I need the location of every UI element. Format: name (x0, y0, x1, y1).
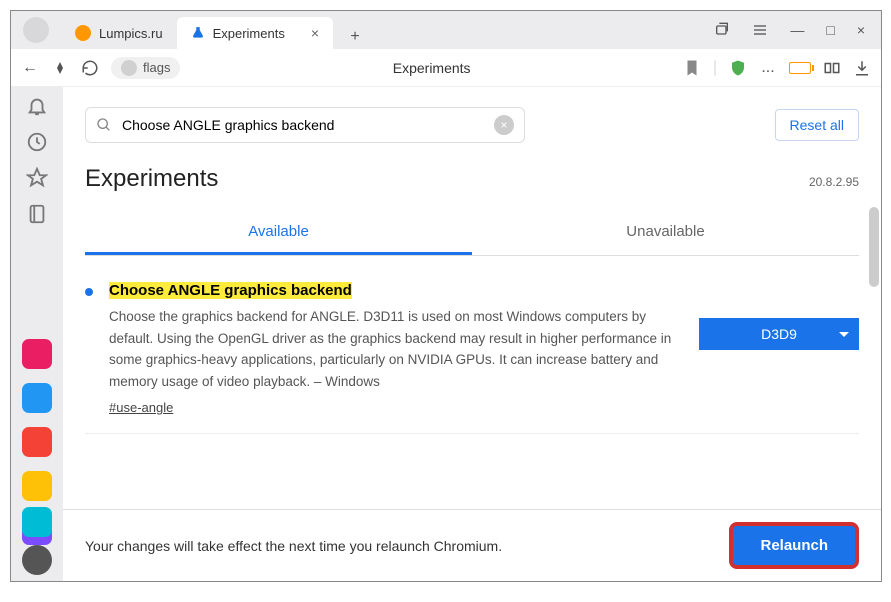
modified-indicator (85, 288, 93, 296)
tab-unavailable[interactable]: Unavailable (472, 211, 859, 255)
flag-tabs: Available Unavailable (85, 211, 859, 256)
profile-avatar[interactable] (23, 17, 49, 43)
page-title: Experiments (192, 60, 670, 76)
separator: | (713, 59, 717, 77)
tab-label: Experiments (213, 26, 285, 41)
app-alice[interactable] (22, 545, 52, 575)
menu-icon[interactable] (752, 22, 768, 38)
app-mail[interactable] (22, 471, 52, 501)
search-icon (96, 117, 112, 133)
search-input[interactable] (122, 117, 484, 133)
address-text: flags (143, 60, 170, 75)
globe-icon (121, 60, 137, 76)
clear-search-button[interactable]: × (494, 115, 514, 135)
flag-item: Choose ANGLE graphics backend Choose the… (85, 256, 859, 434)
tab-close-icon[interactable]: × (311, 25, 319, 41)
scrollbar[interactable] (869, 207, 879, 287)
shield-icon[interactable] (729, 59, 747, 77)
app-docs[interactable] (22, 383, 52, 413)
reload-icon[interactable] (81, 59, 99, 77)
tab-label: Lumpics.ru (99, 26, 163, 41)
search-box[interactable]: × (85, 107, 525, 143)
tab-experiments[interactable]: Experiments × (177, 17, 333, 49)
more-icon[interactable]: ... (759, 59, 777, 77)
version-label: 20.8.2.95 (809, 175, 859, 189)
maximize-button[interactable]: □ (826, 22, 834, 38)
tab-available[interactable]: Available (85, 211, 472, 255)
download-icon[interactable] (853, 59, 871, 77)
battery-icon[interactable] (789, 62, 811, 74)
sidebar: + (11, 87, 63, 581)
toolbar: ← flags Experiments | ... (11, 49, 881, 87)
extensions-icon[interactable] (823, 59, 841, 77)
bell-icon[interactable] (26, 95, 48, 117)
flag-description: Choose the graphics backend for ANGLE. D… (109, 306, 683, 392)
history-icon[interactable] (26, 131, 48, 153)
favicon-lumpics (75, 25, 91, 41)
app-teal[interactable] (22, 507, 52, 537)
app-ivi[interactable] (22, 339, 52, 369)
flask-icon (191, 26, 205, 40)
flag-title: Choose ANGLE graphics backend (109, 282, 352, 299)
yandex-icon[interactable] (51, 59, 69, 77)
bookmark-icon[interactable] (683, 59, 701, 77)
minimize-button[interactable]: — (790, 22, 804, 38)
collections-icon[interactable] (26, 203, 48, 225)
app-youtube[interactable] (22, 427, 52, 457)
new-tab-button[interactable]: + (343, 25, 367, 49)
reset-all-button[interactable]: Reset all (775, 109, 859, 141)
titlebar: Lumpics.ru Experiments × + — □ × (11, 11, 881, 49)
close-window-button[interactable]: × (857, 22, 865, 38)
relaunch-message: Your changes will take effect the next t… (85, 538, 502, 554)
address-chip[interactable]: flags (111, 57, 180, 79)
page-heading: Experiments (85, 165, 218, 193)
back-button[interactable]: ← (21, 59, 39, 77)
star-icon[interactable] (26, 167, 48, 189)
relaunch-bar: Your changes will take effect the next t… (63, 509, 881, 581)
relaunch-button[interactable]: Relaunch (729, 522, 859, 569)
flag-value-select[interactable]: D3D9 (699, 318, 859, 350)
content-area: × Reset all Experiments 20.8.2.95 Availa… (63, 87, 881, 581)
flag-anchor-link[interactable]: #use-angle (109, 400, 173, 415)
tabs-overview-icon[interactable] (714, 22, 730, 38)
tab-lumpics[interactable]: Lumpics.ru (61, 17, 177, 49)
